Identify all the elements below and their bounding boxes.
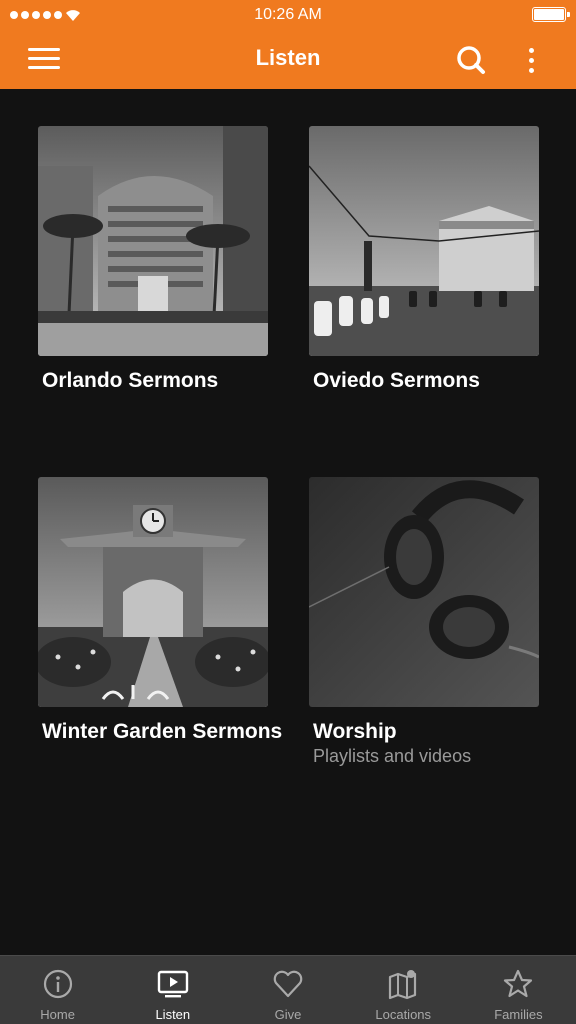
status-bar: 10:26 AM bbox=[0, 0, 576, 30]
tab-locations[interactable]: Locations bbox=[346, 956, 461, 1024]
more-options-button[interactable] bbox=[516, 40, 546, 80]
card-subtitle: Playlists and videos bbox=[313, 746, 472, 766]
nav-bar: Listen bbox=[0, 30, 576, 89]
orlando-sermons-image[interactable] bbox=[38, 126, 268, 356]
heart-icon bbox=[273, 970, 303, 998]
info-icon bbox=[43, 969, 72, 999]
card-title[interactable]: Oviedo Sermons bbox=[313, 368, 563, 394]
tab-label: Families bbox=[494, 1007, 543, 1022]
tab-give[interactable]: Give bbox=[230, 956, 345, 1024]
search-icon[interactable] bbox=[450, 42, 492, 78]
status-time: 10:26 AM bbox=[254, 6, 322, 23]
tab-label: Locations bbox=[375, 1007, 432, 1022]
map-pin-icon bbox=[389, 970, 417, 1000]
tab-listen[interactable]: Listen bbox=[115, 956, 230, 1024]
card-title[interactable]: Winter Garden Sermons bbox=[42, 719, 292, 745]
winter-garden-sermons-image[interactable] bbox=[38, 477, 268, 707]
tv-play-icon bbox=[157, 970, 188, 998]
tab-label: Listen bbox=[155, 1007, 191, 1022]
tab-home[interactable]: Home bbox=[0, 956, 115, 1024]
card-title[interactable]: Worship bbox=[313, 719, 563, 745]
tab-bar: Home Listen Give Locations Families bbox=[0, 955, 576, 1024]
tab-label: Home bbox=[40, 1007, 75, 1022]
card-title[interactable]: Orlando Sermons bbox=[42, 368, 292, 394]
oviedo-sermons-image[interactable] bbox=[309, 126, 539, 356]
worship-image[interactable] bbox=[309, 477, 539, 707]
star-icon bbox=[504, 969, 533, 998]
battery-icon bbox=[532, 7, 570, 22]
tab-families[interactable]: Families bbox=[461, 956, 576, 1024]
tab-label: Give bbox=[274, 1007, 302, 1022]
app-header: 10:26 AM Listen bbox=[0, 0, 576, 89]
